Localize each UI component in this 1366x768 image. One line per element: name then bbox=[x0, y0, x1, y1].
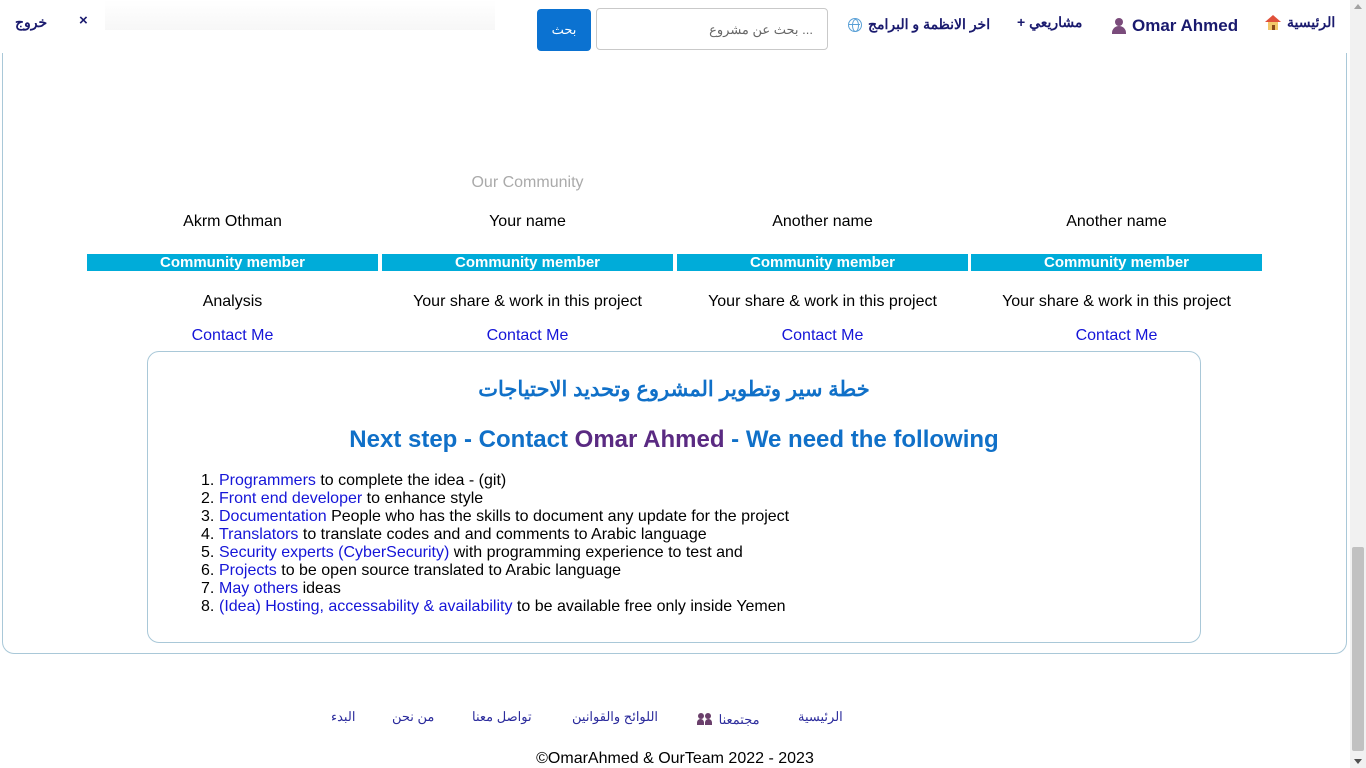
needs-list: 1. Programmers to complete the idea - (gi… bbox=[201, 472, 789, 616]
subtitle-suffix: - We need the following bbox=[724, 426, 999, 453]
list-item: 7. May others ideas bbox=[201, 580, 789, 598]
item-number: 8. bbox=[201, 598, 215, 615]
community-member-card: Another name Community member Your share… bbox=[677, 212, 968, 346]
nav-home-label: الرئيسية bbox=[1287, 14, 1336, 30]
need-text: to complete the idea - (git) bbox=[315, 472, 507, 489]
copyright-text: ©OmarAhmed & OurTeam 2022 - 2023 bbox=[536, 750, 814, 767]
scroll-up-arrow-icon[interactable] bbox=[1354, 4, 1362, 9]
item-number: 3. bbox=[201, 508, 215, 525]
footer-link-home[interactable]: الرئيسية bbox=[798, 709, 843, 725]
member-name: Another name bbox=[1066, 213, 1167, 230]
contact-me-link[interactable]: Contact Me bbox=[382, 326, 673, 346]
user-icon bbox=[1112, 18, 1126, 34]
scroll-down-arrow-icon[interactable] bbox=[1354, 759, 1362, 764]
footer-community-label: مجتمعنا bbox=[718, 712, 760, 727]
search-input[interactable] bbox=[596, 8, 828, 50]
scrollbar-thumb[interactable] bbox=[1352, 547, 1364, 751]
need-text: ideas bbox=[298, 580, 341, 597]
nav-home[interactable]: الرئيسية bbox=[1265, 14, 1335, 31]
close-icon[interactable]: × bbox=[79, 12, 88, 29]
list-item: 5. Security experts (CyberSecurity) with … bbox=[201, 544, 789, 562]
community-heading: Our Community bbox=[471, 174, 584, 191]
group-icon bbox=[697, 713, 713, 725]
need-link[interactable]: Front end developer bbox=[219, 490, 362, 507]
globe-icon bbox=[848, 17, 862, 32]
navbar-blank-area bbox=[105, 0, 495, 30]
nav-projects-label: مشاريعي + bbox=[1017, 14, 1083, 30]
list-item: 1. Programmers to complete the idea - (gi… bbox=[201, 472, 789, 490]
member-role-badge: Community member bbox=[971, 254, 1262, 271]
plan-title: خطة سير وتطوير المشروع وتحديد الاحتياجات bbox=[478, 378, 870, 401]
need-text: to be available free only inside Yemen bbox=[512, 598, 786, 615]
item-number: 2. bbox=[201, 490, 215, 507]
item-number: 6. bbox=[201, 562, 215, 579]
member-description: Analysis bbox=[202, 293, 263, 310]
member-name: Your name bbox=[489, 213, 566, 230]
need-text: with programming experience to test and bbox=[449, 544, 743, 561]
footer-link-rules[interactable]: اللوائح والقوانين bbox=[572, 709, 658, 725]
search-button[interactable]: بحث bbox=[537, 9, 591, 51]
list-item: 2. Front end developer to enhance style bbox=[201, 490, 789, 508]
need-text: to be open source translated to Arabic l… bbox=[276, 562, 622, 579]
need-link[interactable]: May others bbox=[219, 580, 298, 597]
contact-me-link[interactable]: Contact Me bbox=[677, 326, 968, 346]
footer-link-community[interactable]: مجتمعنا bbox=[697, 712, 760, 728]
need-link[interactable]: Security experts (CyberSecurity) bbox=[219, 544, 449, 561]
logout-link[interactable]: خروج bbox=[15, 14, 47, 31]
member-description: Your share & work in this project bbox=[708, 293, 937, 310]
member-description: Your share & work in this project bbox=[1002, 293, 1231, 310]
footer-link-about[interactable]: من نحن bbox=[392, 709, 434, 725]
nav-user-name: Omar Ahmed bbox=[1132, 16, 1239, 35]
member-role-badge: Community member bbox=[87, 254, 378, 271]
footer-link-contact[interactable]: تواصل معنا bbox=[472, 709, 532, 725]
community-member-card: Another name Community member Your share… bbox=[971, 212, 1262, 346]
item-number: 1. bbox=[201, 472, 215, 489]
member-role-badge: Community member bbox=[382, 254, 673, 271]
nav-user-profile[interactable]: Omar Ahmed bbox=[1112, 16, 1238, 36]
need-text: to enhance style bbox=[362, 490, 484, 507]
need-text: to translate codes and and comments to A… bbox=[298, 526, 707, 543]
footer-link-start[interactable]: البدء bbox=[331, 709, 355, 725]
owner-name-link[interactable]: Omar Ahmed bbox=[575, 426, 725, 453]
community-member-card: Akrm Othman Community member Analysis Co… bbox=[87, 212, 378, 346]
item-number: 5. bbox=[201, 544, 215, 561]
contact-me-link[interactable]: Contact Me bbox=[971, 326, 1262, 346]
plan-subtitle: Next step - Contact Omar Ahmed - We need… bbox=[148, 426, 1200, 454]
list-item: 3. Documentation People who has the skill… bbox=[201, 508, 789, 526]
need-link[interactable]: Programmers bbox=[219, 472, 316, 489]
nav-latest-label: اخر الانظمة و البرامج bbox=[868, 16, 991, 32]
item-number: 4. bbox=[201, 526, 215, 543]
member-name: Another name bbox=[772, 213, 873, 230]
top-navbar: خروج × بحث اخر الانظمة و البرامج مشاريعي… bbox=[0, 0, 1350, 54]
member-description: Your share & work in this project bbox=[413, 293, 642, 310]
nav-latest-systems[interactable]: اخر الانظمة و البرامج bbox=[848, 16, 990, 33]
subtitle-prefix: Next step - Contact bbox=[349, 426, 575, 453]
list-item: 4. Translators to translate codes and and… bbox=[201, 526, 789, 544]
community-member-card: Your name Community member Your share & … bbox=[382, 212, 673, 346]
nav-my-projects[interactable]: مشاريعي + bbox=[1017, 14, 1082, 31]
need-text: People who has the skills to document an… bbox=[326, 508, 790, 525]
contact-me-link[interactable]: Contact Me bbox=[87, 326, 378, 346]
need-link[interactable]: Documentation bbox=[219, 508, 327, 525]
need-link[interactable]: Projects bbox=[219, 562, 277, 579]
need-link[interactable]: Translators bbox=[219, 526, 298, 543]
member-name: Akrm Othman bbox=[183, 213, 282, 230]
need-link[interactable]: (Idea) Hosting, accessability & availabi… bbox=[219, 598, 512, 615]
vertical-scrollbar[interactable] bbox=[1350, 0, 1366, 768]
item-number: 7. bbox=[201, 580, 215, 597]
next-step-box: خطة سير وتطوير المشروع وتحديد الاحتياجات… bbox=[147, 351, 1201, 643]
list-item: 8. (Idea) Hosting, accessability & availa… bbox=[201, 598, 789, 616]
member-role-badge: Community member bbox=[677, 254, 968, 271]
list-item: 6. Projects to be open source translated … bbox=[201, 562, 789, 580]
home-icon bbox=[1265, 14, 1281, 31]
